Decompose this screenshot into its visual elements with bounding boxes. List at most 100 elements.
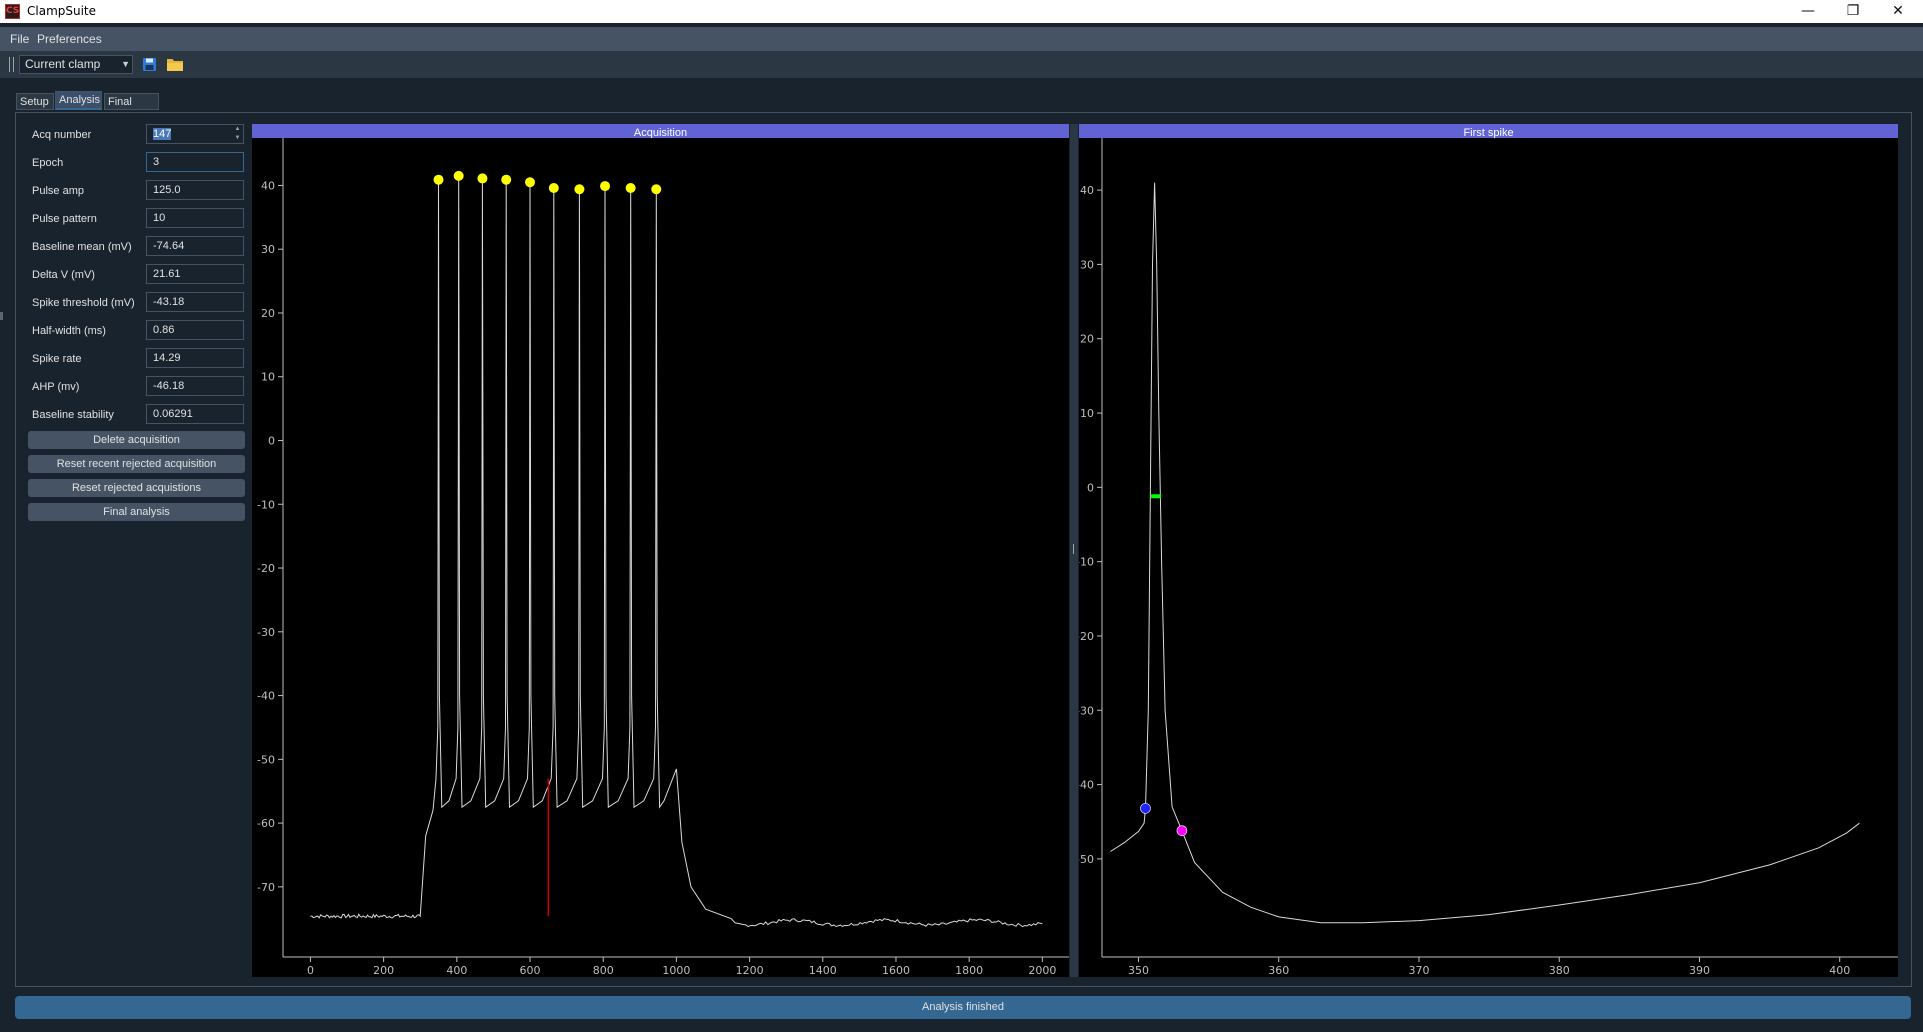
x-tick-label: 400 <box>446 964 467 977</box>
y-tick-label: 20 <box>1080 333 1094 346</box>
title-bar: CS ClampSuite — ❐ ✕ <box>0 0 1923 23</box>
spin-up-icon[interactable]: ▲ <box>232 125 243 134</box>
y-tick-label: 20 <box>261 307 275 320</box>
y-tick-label: -10 <box>1079 556 1094 569</box>
y-tick-label: 40 <box>1080 184 1094 197</box>
x-tick-label: 0 <box>307 964 314 977</box>
threshold-marker <box>1140 803 1151 814</box>
pulse-amp-field[interactable]: 125.0 <box>146 180 244 200</box>
first-spike-trace <box>1110 182 1860 924</box>
close-button[interactable]: ✕ <box>1875 0 1921 23</box>
spike-peak-marker <box>477 173 488 184</box>
tab-setup[interactable]: Setup <box>16 93 54 110</box>
label-spike-rate: Spike rate <box>32 353 82 365</box>
y-tick-label: -20 <box>1079 630 1094 643</box>
folder-icon[interactable] <box>167 58 183 71</box>
x-tick-label: 1400 <box>809 964 837 977</box>
x-tick-label: 600 <box>520 964 541 977</box>
delta-v-field[interactable]: 21.61 <box>146 264 244 284</box>
spike-peak-marker <box>600 181 611 192</box>
status-bar: Analysis finished <box>15 996 1911 1019</box>
menu-bar: File Preferences <box>0 27 1923 51</box>
half-width-field[interactable]: 0.86 <box>146 320 244 340</box>
reset-recent-rejected-button[interactable]: Reset recent rejected acquisition <box>28 455 245 473</box>
y-tick-label: -50 <box>1079 853 1094 866</box>
save-icon[interactable] <box>143 58 156 71</box>
pulse-pattern-field[interactable]: 10 <box>146 208 244 228</box>
y-tick-label: -50 <box>257 753 275 766</box>
first-spike-chart[interactable]: 40 30 20 10 0 -10 -20 -30 -40 -50 350 360 370 380 390 4… <box>1076 126 1901 977</box>
first-spike-plot[interactable]: 40 30 20 10 0 -10 -20 -30 -40 -50 350 360 370 380 390 4… <box>1076 126 1901 977</box>
y-tick-label: 0 <box>268 435 275 448</box>
baseline-mean-field[interactable]: -74.64 <box>146 236 244 256</box>
label-ahp: AHP (mv) <box>32 381 80 393</box>
spike-peak-marker <box>548 182 559 193</box>
spike-peak-marker <box>574 184 585 195</box>
chevron-down-icon: ▼ <box>121 59 130 69</box>
spike-peak-marker <box>625 182 636 193</box>
x-tick-label: 370 <box>1408 964 1429 977</box>
y-tick-label: 10 <box>1080 407 1094 420</box>
y-tick-label: 30 <box>261 243 275 256</box>
toolbar-handle[interactable] <box>9 57 14 72</box>
reset-rejected-button[interactable]: Reset rejected acquistions <box>28 479 245 497</box>
spike-peak-marker <box>651 184 662 195</box>
mode-select-value: Current clamp <box>25 57 101 71</box>
label-spike-threshold: Spike threshold (mV) <box>32 297 135 309</box>
app-logo-icon: CS <box>5 4 20 19</box>
label-pulse-amp: Pulse amp <box>32 185 84 197</box>
acquisition-chart[interactable]: 40 30 20 10 0 -10 -20 -30 -40 -50 -60 -70 0 200 400 600… <box>252 126 1072 977</box>
y-tick-label: -70 <box>257 881 275 894</box>
y-tick-label: -30 <box>257 626 275 639</box>
label-epoch: Epoch <box>32 157 64 169</box>
y-tick-label: 40 <box>261 179 275 192</box>
toolbar: Current clamp ▼ <box>0 51 1923 78</box>
y-tick-label: -40 <box>1079 779 1094 792</box>
spike-peak-marker <box>433 174 444 185</box>
menu-preferences[interactable]: Preferences <box>37 32 102 46</box>
label-acq-number: Acq number <box>32 129 92 141</box>
y-tick-label: 0 <box>1087 481 1094 494</box>
x-tick-label: 800 <box>593 964 614 977</box>
x-tick-label: 1200 <box>736 964 764 977</box>
splitter-grip-icon <box>1073 544 1076 554</box>
ahp-marker <box>1176 825 1188 836</box>
acquisition-trace <box>310 175 1043 928</box>
x-tick-label: 360 <box>1268 964 1289 977</box>
label-baseline-mean: Baseline mean (mV) <box>32 241 132 253</box>
first-spike-plot-title: First spike <box>1079 124 1898 138</box>
epoch-field[interactable]: 3 <box>146 152 244 172</box>
label-baseline-stability: Baseline stability <box>32 409 114 421</box>
spike-rate-field[interactable]: 14.29 <box>146 348 244 368</box>
menu-file[interactable]: File <box>10 32 29 46</box>
app-title: ClampSuite <box>27 4 97 18</box>
label-pulse-pattern: Pulse pattern <box>32 213 97 225</box>
spike-peak-marker <box>501 174 512 185</box>
final-analysis-button[interactable]: Final analysis <box>28 503 245 521</box>
x-tick-label: 390 <box>1689 964 1710 977</box>
y-tick-label: -30 <box>1079 704 1094 717</box>
plot-splitter[interactable] <box>1070 124 1078 977</box>
x-tick-label: 400 <box>1829 964 1850 977</box>
spike-threshold-field[interactable]: -43.18 <box>146 292 244 312</box>
acquisition-plot-title: Acquisition <box>252 124 1069 138</box>
acquisition-plot[interactable]: 40 30 20 10 0 -10 -20 -30 -40 -50 -60 -70 0 200 400 600… <box>252 126 1072 977</box>
window-edge-handle <box>0 312 3 320</box>
mode-select[interactable]: Current clamp ▼ <box>19 55 133 74</box>
x-tick-label: 1800 <box>955 964 983 977</box>
tab-final-data[interactable]: Final data <box>104 93 159 125</box>
x-tick-label: 380 <box>1549 964 1570 977</box>
maximize-button[interactable]: ❐ <box>1830 0 1876 23</box>
baseline-stability-field[interactable]: 0.06291 <box>146 404 244 424</box>
minimize-button[interactable]: — <box>1785 0 1831 23</box>
spin-down-icon[interactable]: ▼ <box>232 134 243 143</box>
x-tick-label: 350 <box>1128 964 1149 977</box>
label-half-width: Half-width (ms) <box>32 325 106 337</box>
ahp-field[interactable]: -46.18 <box>146 376 244 396</box>
acq-number-spinbox[interactable]: 147 ▲ ▼ <box>146 124 244 144</box>
tab-analysis[interactable]: Analysis <box>55 91 102 110</box>
x-tick-label: 2000 <box>1028 964 1056 977</box>
delete-acquisition-button[interactable]: Delete acquisition <box>28 431 245 449</box>
acq-number-value: 147 <box>153 128 172 140</box>
y-tick-label: -60 <box>257 817 275 830</box>
